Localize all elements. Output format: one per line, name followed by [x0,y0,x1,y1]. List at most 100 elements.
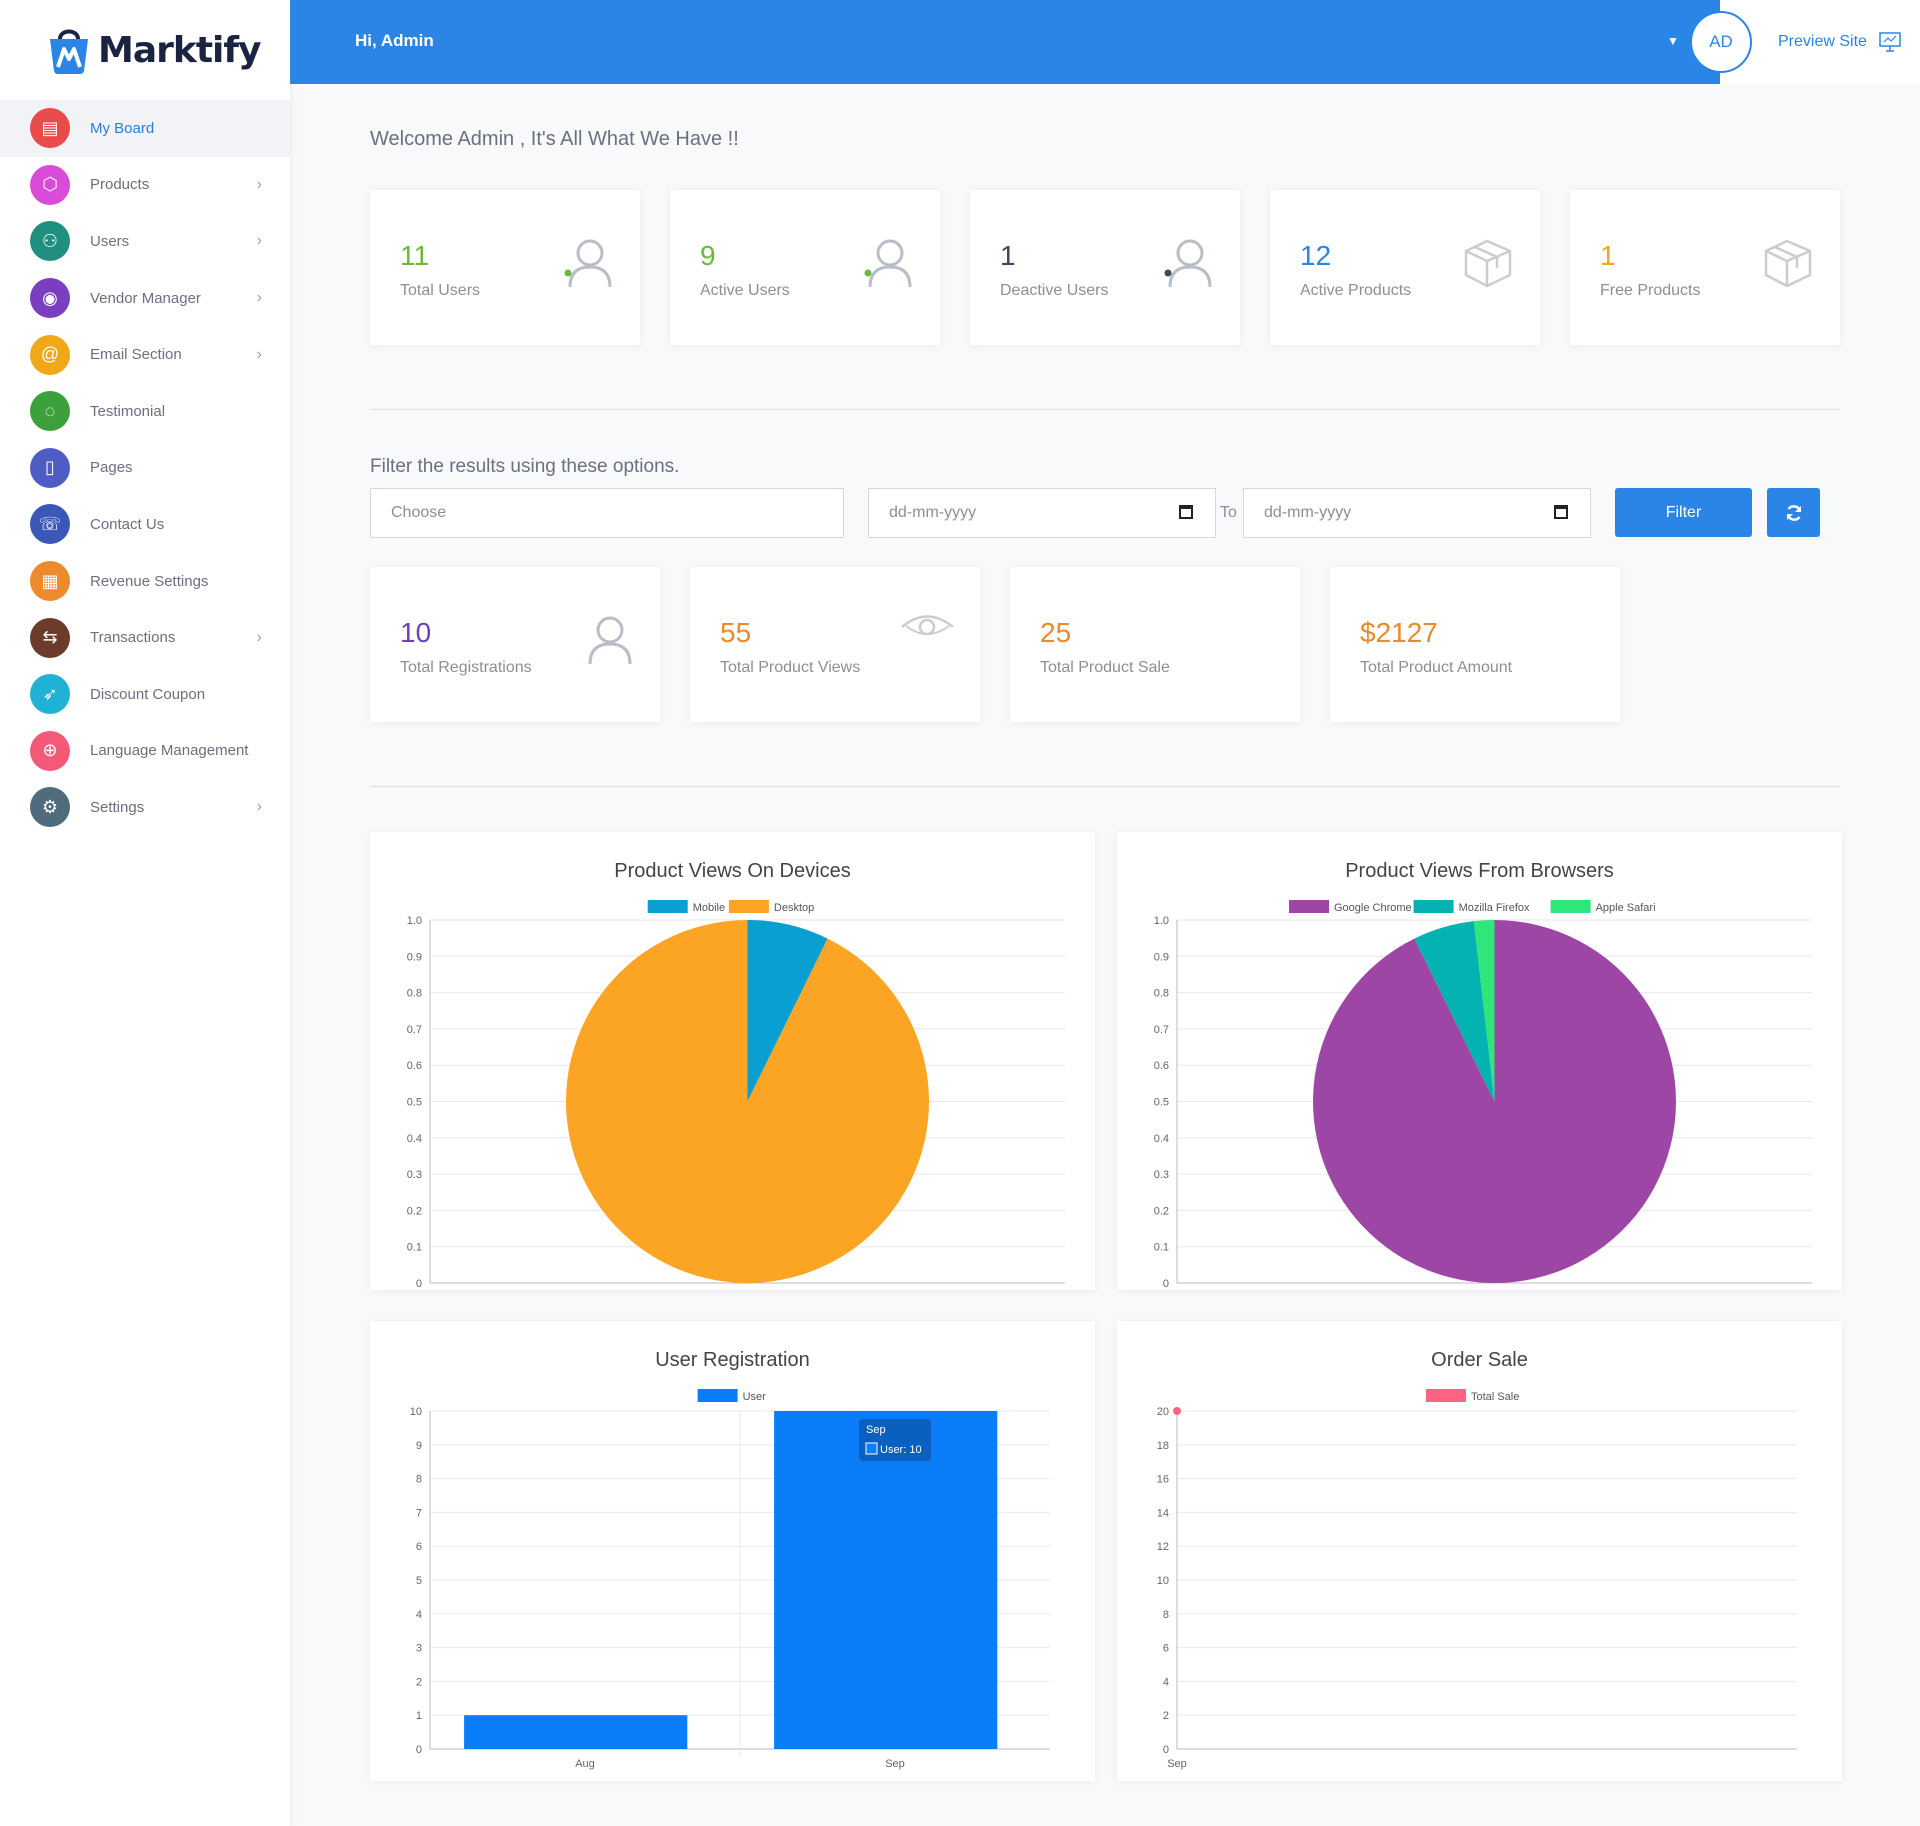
sidebar-item-label: Revenue Settings [90,572,209,590]
date-to-input[interactable]: dd-mm-yyyy [1243,488,1591,538]
sidebar-item-products[interactable]: ⬡ Products › [0,157,290,214]
sidebar-item-label: Products [90,176,150,194]
avatar[interactable]: AD [1690,11,1752,73]
y-tick-label: 0.2 [1154,1205,1169,1217]
order-sale-line-chart: Total Sale20181614121086420Sep [1157,1389,1797,1770]
sidebar-item-label: Testimonial [90,402,166,420]
sidebar-item-vendor-manager[interactable]: ◉ Vendor Manager › [0,270,290,327]
y-tick-label: 1 [416,1710,422,1722]
at-icon: @ [30,334,70,375]
chevron-right-icon: › [256,345,262,363]
box-icon: ⬡ [30,164,70,205]
sidebar-item-discount-coupon[interactable]: ➶ Discount Coupon [0,666,290,723]
x-tick-label: Aug [575,1758,595,1770]
legend-swatch [697,1389,738,1402]
stat-value: 11 [400,240,430,271]
sidebar-item-my-board[interactable]: ▤ My Board [0,100,290,157]
rocket-icon: ➶ [30,674,70,715]
stat-card: 12 Active Products [1270,190,1540,345]
globe-icon: ⊕ [30,730,70,771]
y-tick-label: 0.6 [1154,1060,1169,1072]
stat-value: 55 [720,617,752,648]
y-tick-label: 0.7 [407,1024,422,1036]
stat-label: Deactive Users [1000,282,1109,299]
stat-card: $2127 Total Product Amount [1330,567,1620,722]
legend-label: User [743,1391,767,1403]
sidebar-item-pages[interactable]: ▯ Pages [0,440,290,497]
y-tick-label: 8 [416,1474,422,1486]
sidebar-item-transactions[interactable]: ⇆ Transactions › [0,609,290,666]
legend-swatch [1289,900,1329,913]
sidebar-item-label: Email Section [90,346,182,364]
stat-value: 9 [700,240,716,271]
y-tick-label: 14 [1157,1507,1169,1519]
filter-button[interactable]: Filter [1615,488,1752,537]
y-tick-label: 0.1 [1154,1242,1169,1254]
sidebar-item-revenue-settings[interactable]: ▦ Revenue Settings [0,553,290,610]
stat-label: Total Product Views [720,659,861,676]
legend-swatch [1413,900,1454,913]
stat-card: 25 Total Product Sale [1010,567,1300,722]
choose-placeholder: Choose [391,504,447,521]
choose-select[interactable]: Choose [370,488,844,538]
sidebar-nav: ▤ My Board ⬡ Products › ⚇ Users › ◉ Vendor Manage… [0,100,290,836]
stat-card: 1 Free Products [1570,190,1840,345]
y-tick-label: 0.5 [1154,1097,1169,1109]
user-icon [560,235,615,290]
y-tick-label: 2 [416,1676,422,1688]
sidebar-item-label: Settings [90,798,145,816]
stat-value: 1 [1600,240,1616,271]
sidebar-item-contact-us[interactable]: ☏ Contact Us [0,496,290,553]
sidebar-item-label: Language Management [90,742,249,760]
presentation-icon: ▤ [30,108,70,149]
stat-label: Free Products [1600,282,1701,299]
y-tick-label: 0.3 [407,1169,422,1181]
y-tick-label: 4 [1163,1676,1169,1688]
bar-sep [774,1411,998,1749]
chevron-right-icon: › [256,175,262,193]
stat-value: 12 [1300,240,1332,271]
preview-site-link[interactable]: Preview Site [1778,32,1901,52]
sidebar-item-settings[interactable]: ⚙ Settings › [0,779,290,836]
y-tick-label: 6 [1163,1643,1169,1655]
monitor-icon [1879,32,1901,52]
legend-label: Total Sale [1471,1391,1519,1403]
sidebar-item-language-management[interactable]: ⊕ Language Management [0,723,290,780]
caret-down-icon[interactable]: ▼ [1667,34,1679,48]
sidebar-item-label: Contact Us [90,515,165,533]
calendar-icon[interactable] [1179,505,1193,519]
refresh-button[interactable] [1767,488,1820,537]
chevron-right-icon: › [256,798,262,816]
calendar-icon[interactable] [1554,505,1568,519]
stat-label: Total Registrations [400,659,532,676]
phone-icon: ☏ [30,504,70,545]
x-tick-label: Sep [885,1758,905,1770]
sidebar-item-users[interactable]: ⚇ Users › [0,213,290,270]
legend-label: Desktop [774,902,814,914]
preview-site-label: Preview Site [1778,33,1867,50]
legend-swatch [647,900,688,913]
header-bar: Hi, Admin ▼ [290,0,1720,84]
y-tick-label: 4 [416,1609,422,1621]
filter-title: Filter the results using these options. [370,456,680,477]
chart-card-devices: Product Views On Devices Mobile Desktop 1.… [370,832,1095,1290]
sidebar-item-testimonial[interactable]: ◌ Testimonial [0,383,290,440]
stat-value: $2127 [1360,617,1438,648]
user-icon [1160,235,1215,290]
y-tick-label: 1.0 [407,915,422,927]
y-tick-label: 12 [1157,1541,1169,1553]
registration-bar-chart: User109876543210Aug SepSepUser: 10 [410,1389,1050,1770]
box-icon [1460,235,1515,290]
stat-card: 55 Total Product Views [690,567,980,722]
date-from-input[interactable]: dd-mm-yyyy [868,488,1216,538]
y-tick-label: 18 [1157,1440,1169,1452]
sidebar-item-email-section[interactable]: @ Email Section › [0,326,290,383]
y-tick-label: 0.1 [407,1242,422,1254]
brand-logo[interactable]: Marktify [0,0,290,100]
y-tick-label: 0.8 [1154,988,1169,1000]
y-tick-label: 10 [1157,1575,1169,1587]
stat-label: Active Users [700,282,790,299]
chevron-right-icon: › [256,628,262,646]
refresh-icon [1786,504,1801,521]
date-to-placeholder: dd-mm-yyyy [1264,504,1352,521]
